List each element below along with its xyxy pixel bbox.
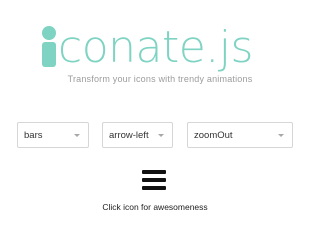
demo-caption: Click icon for awesomeness [102,202,208,212]
tagline: Transform your icons with trendy animati… [67,74,253,84]
chevron-down-icon [74,134,80,137]
from-icon-select-value: arrow-left [109,130,149,141]
logo: conate.js [42,18,278,73]
animation-select[interactable]: zoomOut [187,122,293,148]
bars-icon[interactable] [142,170,166,190]
logo-text: conate.js [58,22,253,73]
chevron-down-icon [278,134,284,137]
chevron-down-icon [158,134,164,137]
page: conate.js Transform your icons with tren… [0,0,320,240]
logo-dot [42,26,56,40]
bars-icon-line-top [142,170,166,174]
bars-icon-line-bottom [142,186,166,190]
animation-select-value: zoomOut [194,130,233,141]
from-icon-select[interactable]: arrow-left [102,122,173,148]
icon-select-value: bars [24,130,43,141]
logo-stem [42,42,56,67]
icon-select[interactable]: bars [17,122,89,148]
logo-i-mark [42,26,56,68]
bars-icon-line-middle [142,178,166,182]
